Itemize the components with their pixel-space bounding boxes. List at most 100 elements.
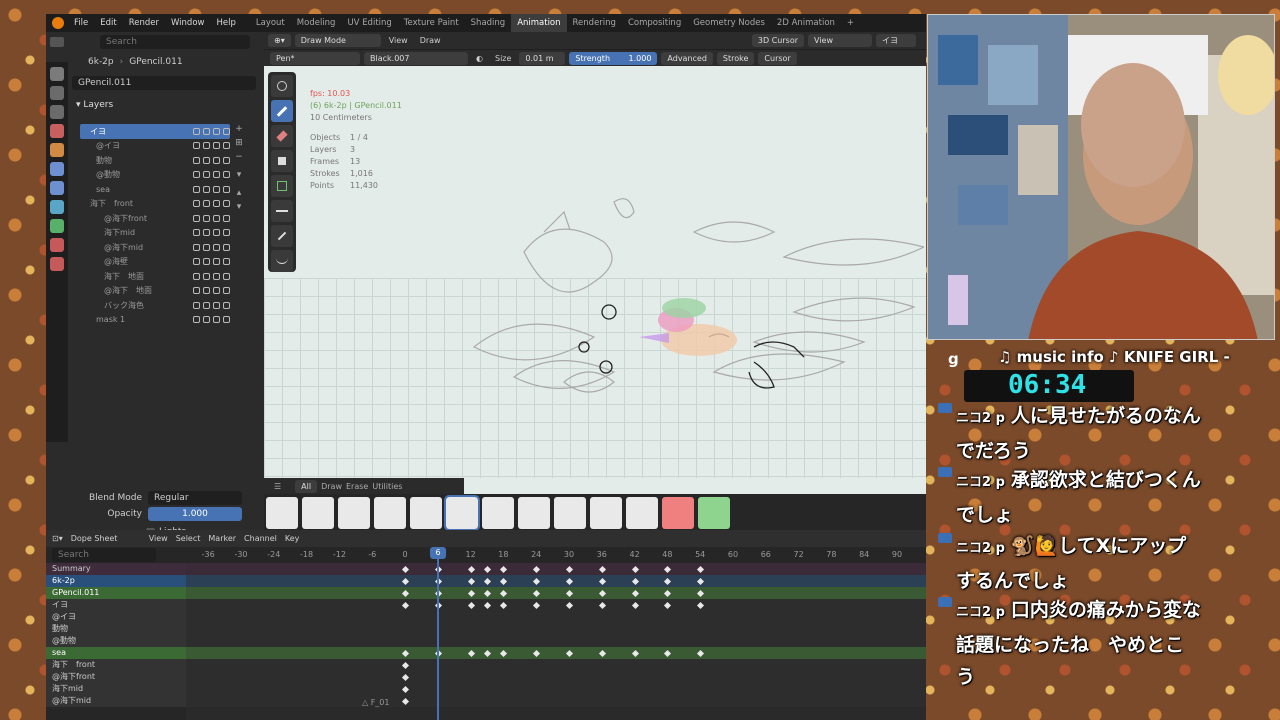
layer-row[interactable]: バック海色 bbox=[80, 298, 230, 313]
visibility-eye-icon[interactable] bbox=[213, 171, 220, 179]
channel-row[interactable]: GPencil.011 bbox=[46, 587, 186, 599]
keyframe[interactable] bbox=[401, 565, 410, 573]
layers-header[interactable]: ▾ Layers bbox=[76, 100, 113, 110]
keyframe-row[interactable] bbox=[186, 695, 926, 707]
texture-tab-icon[interactable] bbox=[50, 257, 64, 271]
lock-icon[interactable] bbox=[223, 214, 230, 222]
dope-menu-channel[interactable]: Channel bbox=[244, 534, 277, 543]
keyframe[interactable] bbox=[483, 565, 492, 573]
keyframe[interactable] bbox=[697, 589, 705, 597]
onion-toggle-icon[interactable] bbox=[203, 171, 210, 179]
keyframe[interactable] bbox=[697, 577, 705, 585]
visibility-eye-icon[interactable] bbox=[213, 200, 220, 208]
keyframe[interactable] bbox=[631, 649, 639, 657]
visibility-eye-icon[interactable] bbox=[213, 258, 220, 266]
onion-toggle-icon[interactable] bbox=[203, 243, 210, 251]
onion-toggle-icon[interactable] bbox=[203, 127, 210, 135]
keyframe[interactable] bbox=[500, 589, 508, 597]
select-tool-icon[interactable] bbox=[271, 75, 293, 97]
dope-menu-key[interactable]: Key bbox=[285, 534, 300, 543]
keyframe[interactable] bbox=[631, 589, 639, 597]
add-layer-button[interactable]: + bbox=[232, 124, 246, 138]
fill-tool-icon[interactable] bbox=[271, 150, 293, 172]
playhead[interactable] bbox=[437, 547, 439, 720]
onion-toggle-icon[interactable] bbox=[203, 214, 210, 222]
channel-row[interactable]: イヨ bbox=[46, 599, 186, 611]
tab-erase[interactable]: Erase bbox=[346, 482, 368, 491]
layer-row[interactable]: @海壁 bbox=[80, 255, 230, 270]
visibility-eye-icon[interactable] bbox=[213, 142, 220, 150]
keyframe[interactable] bbox=[631, 577, 639, 585]
lock-icon[interactable] bbox=[223, 142, 230, 150]
object-data-tab-icon[interactable] bbox=[50, 219, 64, 233]
keyframe[interactable] bbox=[565, 601, 574, 609]
onion-toggle-icon[interactable] bbox=[203, 316, 210, 324]
layer-row[interactable]: @動物 bbox=[80, 168, 230, 183]
current-frame-indicator[interactable]: 6 bbox=[430, 547, 446, 559]
keyframe[interactable] bbox=[598, 577, 606, 585]
keyframe[interactable] bbox=[565, 577, 574, 585]
layer-row[interactable]: @海下front bbox=[80, 211, 230, 226]
tab-2d-animation[interactable]: 2D Animation bbox=[771, 14, 841, 32]
onion-toggle-icon[interactable] bbox=[203, 185, 210, 193]
keyframe[interactable] bbox=[500, 565, 508, 573]
mask-toggle-icon[interactable] bbox=[193, 272, 200, 280]
brush-thumbnail[interactable] bbox=[374, 497, 406, 529]
brush-thumbnail[interactable] bbox=[338, 497, 370, 529]
lock-icon[interactable] bbox=[223, 200, 230, 208]
tab-rendering[interactable]: Rendering bbox=[567, 14, 622, 32]
visibility-eye-icon[interactable] bbox=[213, 272, 220, 280]
channel-search-input[interactable]: Search bbox=[52, 548, 156, 562]
dope-mode-select[interactable]: Dope Sheet bbox=[71, 534, 141, 543]
channel-row[interactable]: @海下mid bbox=[46, 695, 186, 707]
menu-window[interactable]: Window bbox=[165, 18, 211, 28]
keyframe-area[interactable] bbox=[186, 563, 926, 720]
onion-toggle-icon[interactable] bbox=[203, 142, 210, 150]
menu-render[interactable]: Render bbox=[123, 18, 165, 28]
layer-row[interactable]: 海下 地面 bbox=[80, 269, 230, 284]
brush-select[interactable]: Pen* bbox=[270, 51, 360, 65]
color-mode-icon[interactable]: ◐ bbox=[472, 54, 487, 63]
keyframe[interactable] bbox=[565, 649, 574, 657]
editor-type-icon[interactable] bbox=[50, 37, 64, 47]
keyframe[interactable] bbox=[401, 577, 410, 585]
keyframe[interactable] bbox=[483, 589, 492, 597]
lock-icon[interactable] bbox=[223, 272, 230, 280]
layer-row[interactable]: 海下 front bbox=[80, 197, 230, 212]
keyframe[interactable] bbox=[631, 565, 639, 573]
blend-mode-select[interactable]: Regular bbox=[148, 491, 242, 505]
keyframe-row[interactable] bbox=[186, 623, 926, 635]
timeline-marker[interactable]: △ F_01 bbox=[362, 698, 389, 707]
mode-select[interactable]: Draw Mode bbox=[294, 34, 381, 47]
layer-row[interactable]: mask 1 bbox=[80, 313, 230, 328]
tab-all[interactable]: All bbox=[295, 479, 318, 493]
add-workspace-button[interactable]: + bbox=[841, 14, 860, 32]
layer-row[interactable]: @イヨ bbox=[80, 139, 230, 154]
tab-shading[interactable]: Shading bbox=[465, 14, 512, 32]
menu-file[interactable]: File bbox=[68, 18, 94, 28]
channel-row[interactable]: 海下 front bbox=[46, 659, 186, 671]
drawing-plane-select[interactable]: View bbox=[808, 34, 872, 47]
tab-draw[interactable]: Draw bbox=[321, 482, 342, 491]
brush-thumbnail[interactable] bbox=[410, 497, 442, 529]
keyframe-row[interactable] bbox=[186, 683, 926, 695]
visibility-eye-icon[interactable] bbox=[213, 214, 220, 222]
tab-animation[interactable]: Animation bbox=[511, 14, 567, 32]
visibility-eye-icon[interactable] bbox=[213, 316, 220, 324]
keyframe[interactable] bbox=[401, 697, 410, 705]
keyframe[interactable] bbox=[697, 565, 705, 573]
lock-icon[interactable] bbox=[223, 301, 230, 309]
keyframe-row[interactable] bbox=[186, 659, 926, 671]
dope-menu-select[interactable]: Select bbox=[176, 534, 201, 543]
keyframe[interactable] bbox=[401, 673, 410, 681]
keyframe[interactable] bbox=[500, 601, 508, 609]
keyframe[interactable] bbox=[500, 577, 508, 585]
channel-row[interactable]: 海下mid bbox=[46, 683, 186, 695]
layer-special-button[interactable]: ⊞ bbox=[232, 138, 246, 152]
mask-toggle-icon[interactable] bbox=[193, 243, 200, 251]
onion-toggle-icon[interactable] bbox=[203, 287, 210, 295]
channel-row[interactable]: Summary bbox=[46, 563, 186, 575]
layer-row[interactable]: sea bbox=[80, 182, 230, 197]
onion-toggle-icon[interactable] bbox=[203, 272, 210, 280]
keyframe-row[interactable] bbox=[186, 671, 926, 683]
